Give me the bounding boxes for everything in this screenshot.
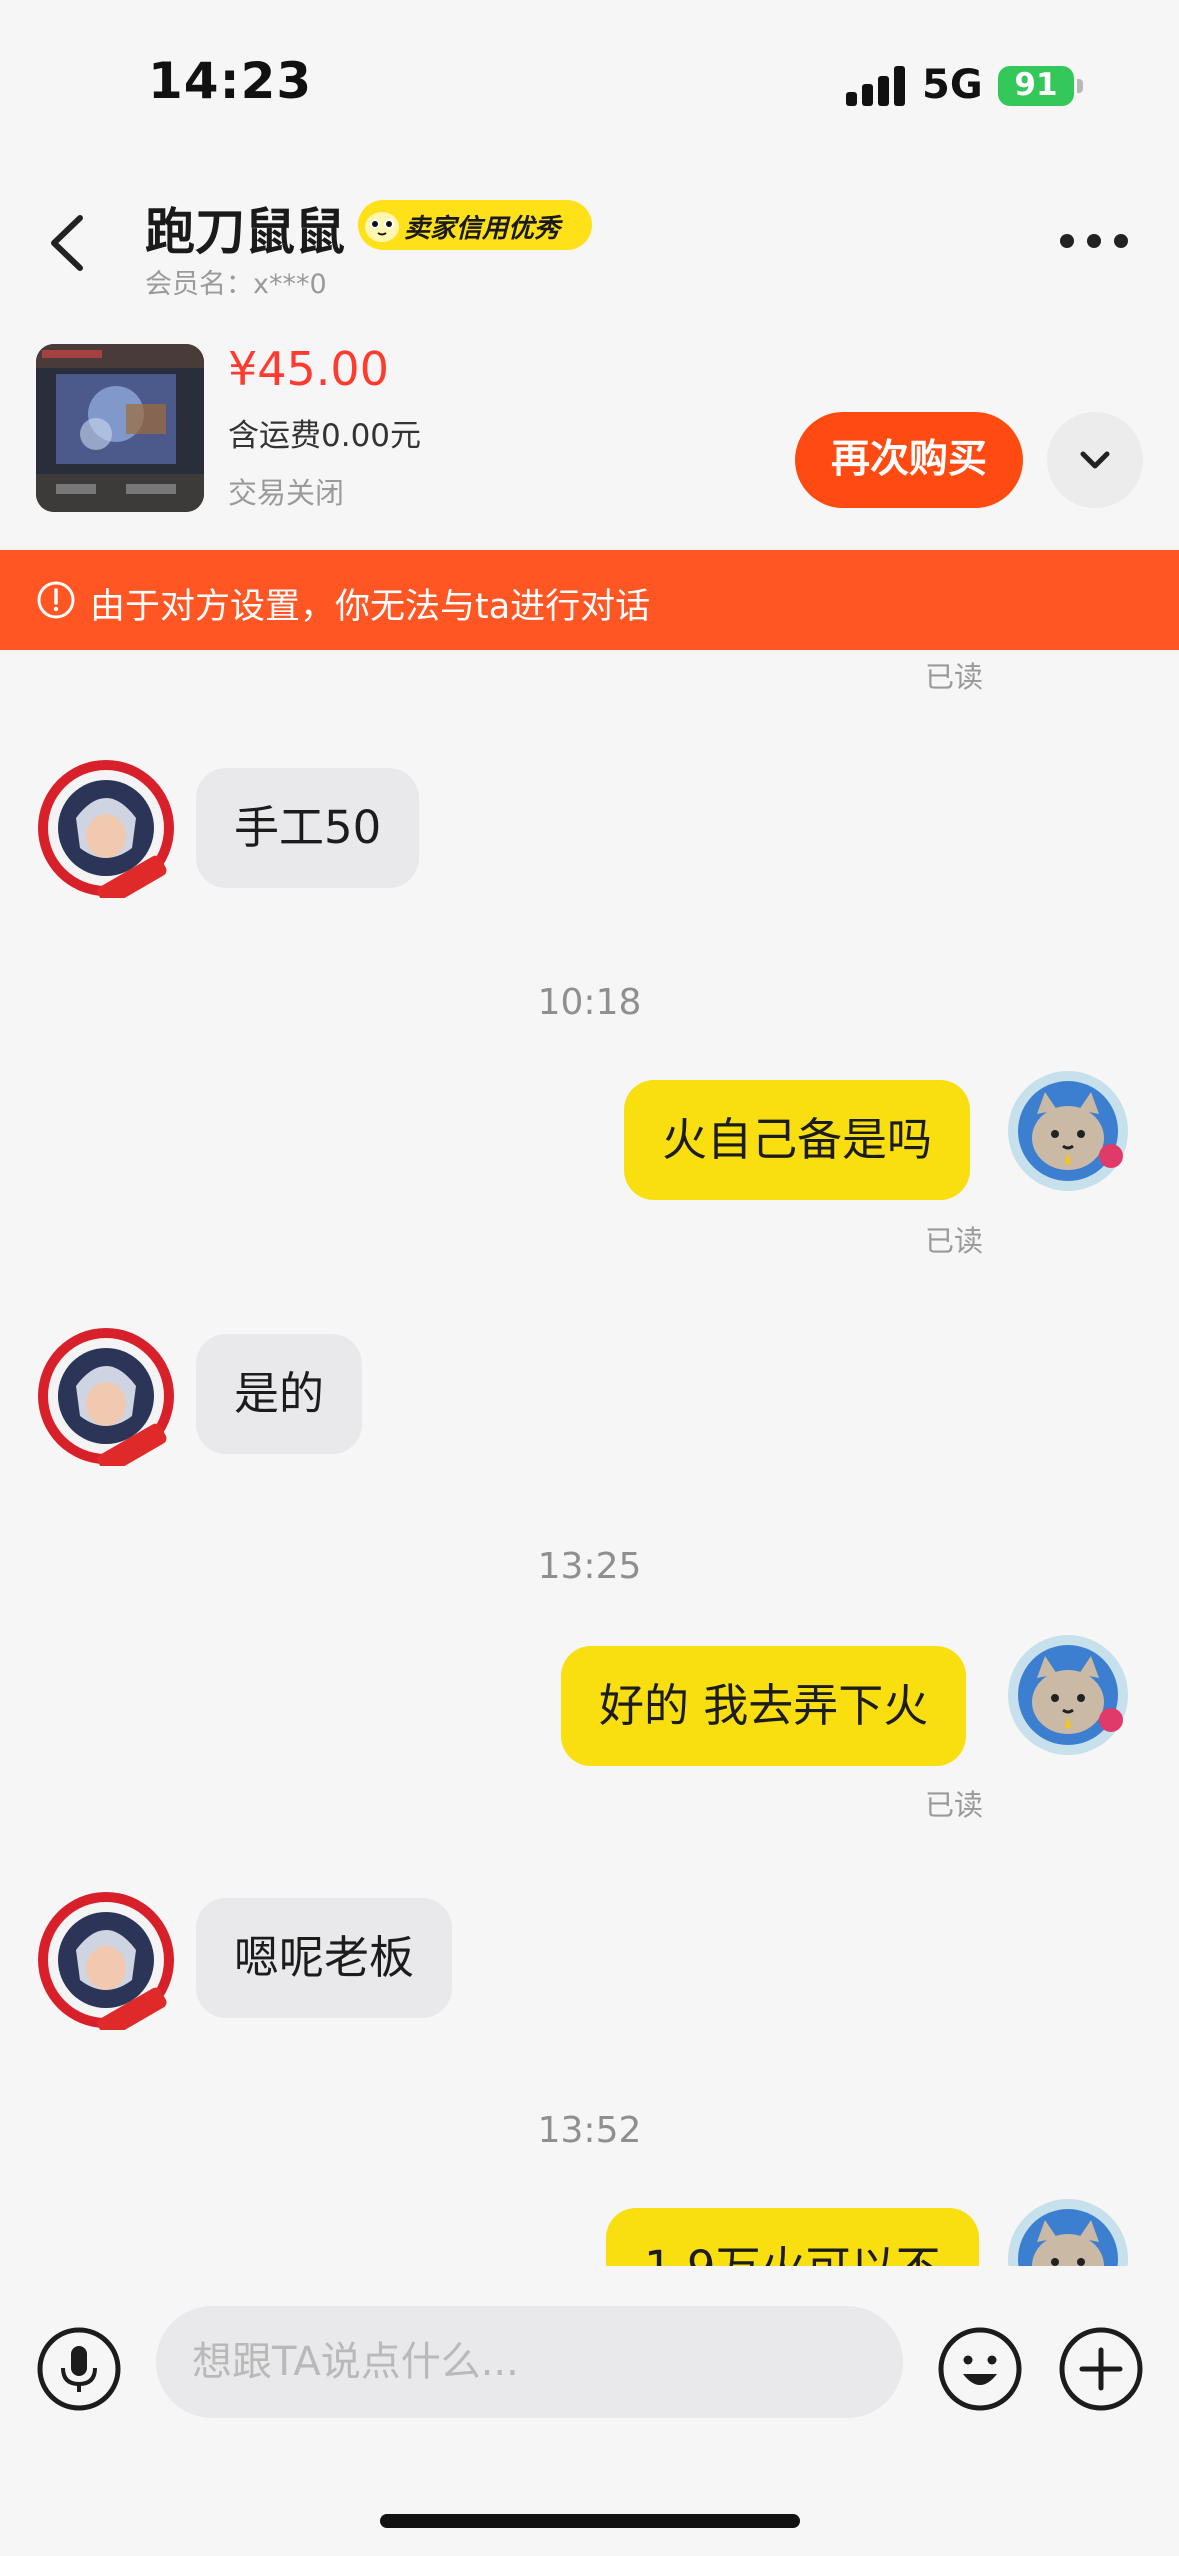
chevron-down-icon — [1080, 451, 1110, 469]
more-dots-icon — [1060, 234, 1074, 248]
message-bubble-outgoing[interactable]: 火自己备是吗 — [624, 1080, 971, 1200]
read-receipt: 已读 — [925, 1788, 984, 1822]
microphone-icon — [37, 2327, 121, 2411]
emoji-button[interactable] — [937, 2326, 1023, 2412]
my-avatar[interactable] — [1005, 2196, 1145, 2266]
battery-level: 91 — [1014, 67, 1058, 103]
back-button[interactable] — [40, 210, 100, 276]
seller-credit-badge[interactable]: 卖家信用优秀 — [358, 200, 592, 250]
status-time: 14:23 — [148, 52, 313, 110]
partner-avatar[interactable] — [36, 1890, 176, 2039]
expand-button[interactable] — [1047, 412, 1143, 508]
read-receipt: 已读 — [925, 1224, 984, 1258]
buy-again-button[interactable]: 再次购买 — [795, 412, 1023, 508]
battery-icon: 91 — [998, 66, 1074, 106]
warning-icon — [37, 581, 75, 619]
my-avatar[interactable] — [1005, 1632, 1145, 1772]
chat-partner-name[interactable]: 跑刀鼠鼠 — [145, 192, 345, 264]
timestamp: 13:25 — [537, 1546, 642, 1587]
message-input[interactable] — [156, 2306, 903, 2418]
more-actions-button[interactable] — [1058, 2326, 1144, 2412]
member-name: 会员名：x***0 — [145, 269, 327, 300]
my-avatar[interactable] — [1005, 1068, 1145, 1208]
network-type: 5G — [922, 62, 983, 108]
partner-avatar[interactable] — [36, 758, 176, 907]
mascot-icon — [365, 212, 399, 242]
home-indicator[interactable] — [380, 2514, 800, 2528]
seller-badge-label: 卖家信用优秀 — [404, 214, 561, 244]
message-bubble-incoming[interactable]: 是的 — [196, 1334, 363, 1454]
chat-area[interactable]: 已读 手工50 10:18 火自己备是吗 已读 是的 13:25 好的 我去弄下… — [0, 650, 1179, 2266]
trade-status: 交易关闭 — [228, 476, 345, 510]
battery-tip — [1077, 79, 1083, 93]
back-arrow-icon — [51, 215, 83, 271]
product-thumbnail[interactable] — [36, 344, 204, 512]
warning-banner: 由于对方设置，你无法与ta进行对话 — [0, 550, 1179, 650]
product-price: ¥45.00 — [228, 342, 389, 396]
message-bubble-outgoing[interactable]: 1.9万火可以不 — [606, 2208, 979, 2266]
voice-button[interactable] — [36, 2326, 122, 2412]
plus-icon — [1059, 2327, 1143, 2411]
message-bubble-incoming[interactable]: 嗯呢老板 — [196, 1898, 453, 2018]
status-bar: 14:23 5G 91 — [0, 0, 1179, 170]
timestamp: 13:52 — [537, 2110, 642, 2151]
read-receipt: 已读 — [925, 660, 984, 694]
more-options-button[interactable] — [1060, 228, 1130, 258]
partner-avatar[interactable] — [36, 1326, 176, 1475]
signal-icon — [846, 66, 906, 106]
input-bar — [0, 2266, 1179, 2556]
message-bubble-outgoing[interactable]: 好的 我去弄下火 — [561, 1646, 967, 1766]
message-bubble-incoming[interactable]: 手工50 — [196, 768, 420, 888]
timestamp: 10:18 — [537, 982, 642, 1023]
shipping-fee: 含运费0.00元 — [228, 418, 422, 454]
warning-text: 由于对方设置，你无法与ta进行对话 — [90, 587, 651, 627]
emoji-icon — [938, 2327, 1022, 2411]
